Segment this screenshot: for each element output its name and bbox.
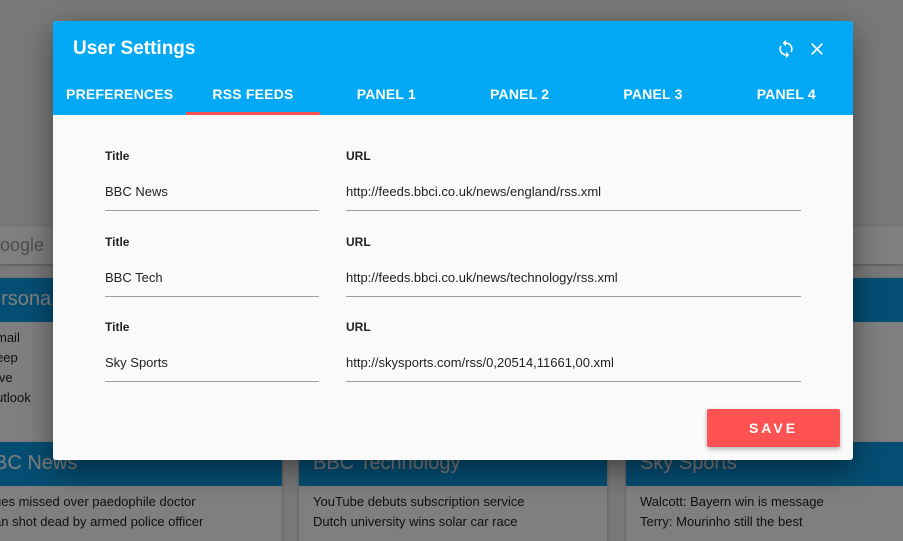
feed-title-field: Title <box>105 146 319 211</box>
feed-title-input[interactable] <box>105 352 319 382</box>
feed-url-field: URL <box>346 232 801 297</box>
feed-url-input[interactable] <box>346 266 801 297</box>
feed-title-label: Title <box>105 234 130 249</box>
tab-rss-feeds[interactable]: RSS FEEDS <box>186 77 320 115</box>
feed-title-label: Title <box>105 320 130 334</box>
tab-preferences[interactable]: PREFERENCES <box>53 77 186 115</box>
feed-url-input[interactable] <box>346 352 801 382</box>
settings-tabs: PREFERENCES RSS FEEDS PANEL 1 PANEL 2 PA… <box>53 77 853 115</box>
feed-row: Title URL <box>105 146 805 232</box>
user-settings-dialog: User Settings PREFERENCES RSS FEEDS PANE… <box>53 21 853 460</box>
tab-panel-3[interactable]: PANEL 3 <box>586 77 719 115</box>
dialog-title: User Settings <box>73 38 196 59</box>
feed-title-field: Title <box>105 317 319 382</box>
close-icon <box>811 43 823 55</box>
dialog-header: User Settings PREFERENCES RSS FEEDS PANE… <box>53 21 853 115</box>
feed-url-label: URL <box>346 149 371 163</box>
feed-url-field: URL <box>346 146 801 211</box>
feed-url-label: URL <box>346 234 371 249</box>
save-button[interactable]: SAVE <box>707 409 840 447</box>
feed-url-field: URL <box>346 317 801 382</box>
close-button[interactable] <box>805 37 829 61</box>
refresh-icon <box>779 39 793 59</box>
tab-panel-2[interactable]: PANEL 2 <box>453 77 586 115</box>
feed-row: Title URL <box>105 317 805 403</box>
feed-url-input[interactable] <box>346 181 801 211</box>
feed-title-input[interactable] <box>105 266 319 297</box>
refresh-button[interactable] <box>774 37 798 61</box>
feed-title-input[interactable] <box>105 181 319 211</box>
feed-row: Title URL <box>105 232 805 318</box>
tab-panel-4[interactable]: PANEL 4 <box>720 77 853 115</box>
tab-panel-1[interactable]: PANEL 1 <box>320 77 453 115</box>
feed-url-label: URL <box>346 320 371 334</box>
feed-title-label: Title <box>105 149 130 163</box>
rss-feed-list: Title URL Title URL Title <box>105 146 805 403</box>
feed-title-field: Title <box>105 232 319 297</box>
